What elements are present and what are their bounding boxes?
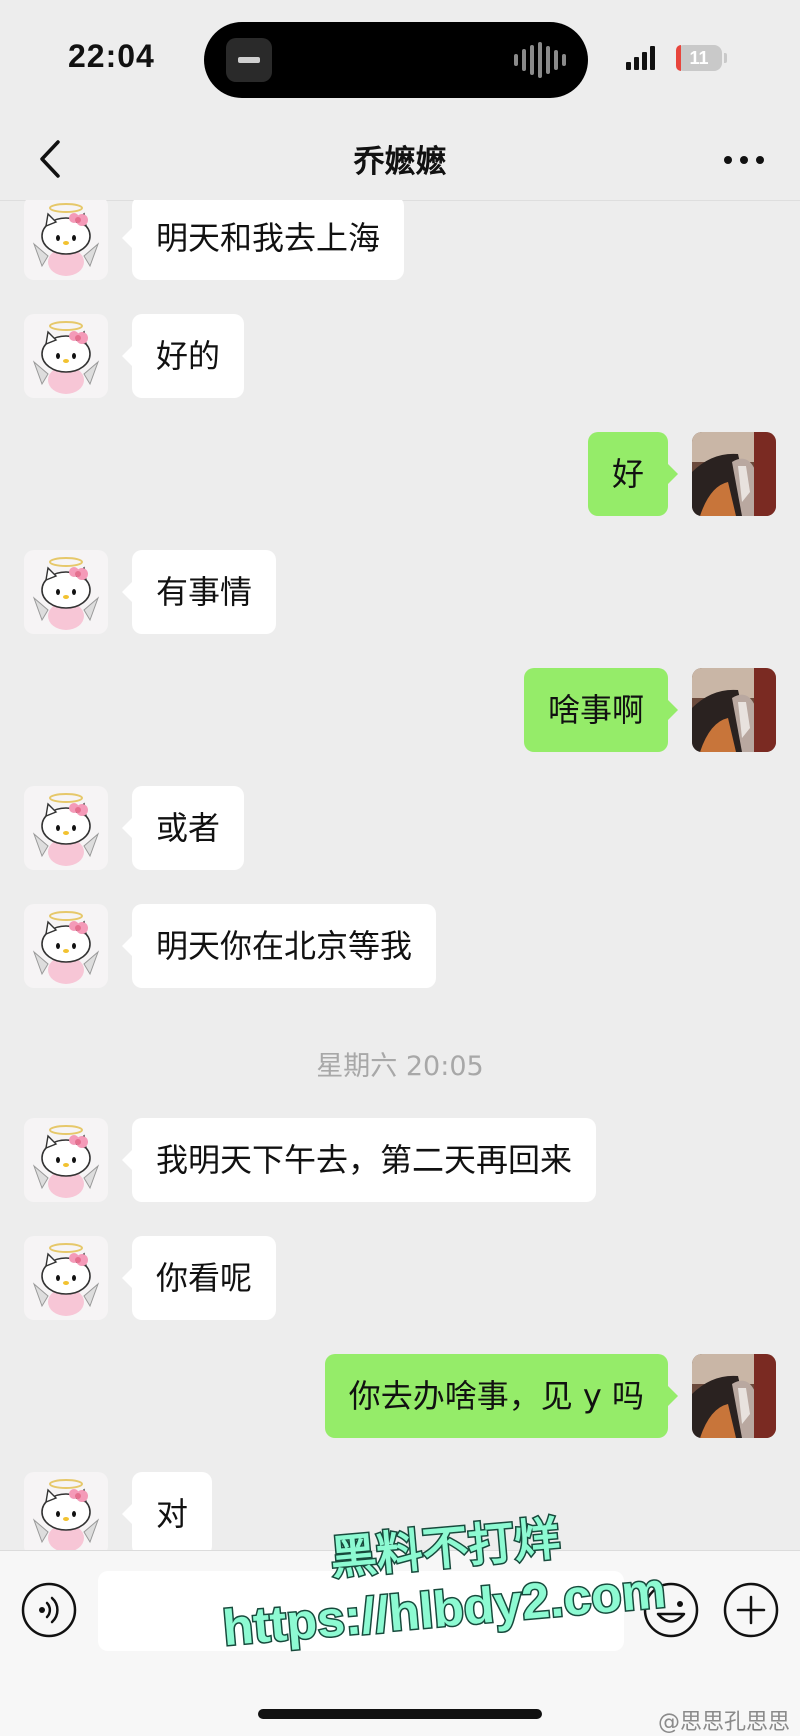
status-time: 22:04 (68, 38, 155, 74)
message-row-incoming: 好的 (0, 314, 800, 398)
status-bar: 22:04 11 (0, 0, 800, 120)
message-bubble-incoming[interactable]: 对 (121, 1472, 213, 1550)
my-avatar[interactable] (692, 668, 776, 752)
contact-avatar[interactable] (24, 1236, 108, 1320)
message-row-outgoing: 好 (0, 432, 800, 516)
message-row-outgoing: 你去办啥事，见 y 吗 (0, 1354, 800, 1438)
plus-button[interactable] (722, 1581, 780, 1639)
message-row-incoming: 明天和我去上海 (0, 200, 800, 280)
island-app-icon (226, 38, 272, 82)
message-row-incoming: 你看呢 (0, 1236, 800, 1320)
battery-indicator: 11 (676, 45, 722, 71)
back-button[interactable] (28, 134, 78, 184)
message-bubble-incoming[interactable]: 明天你在北京等我 (121, 904, 437, 988)
contact-avatar[interactable] (24, 1118, 108, 1202)
home-indicator[interactable] (258, 1709, 542, 1719)
voice-icon (21, 1582, 77, 1638)
cellular-signal-icon (626, 46, 655, 70)
contact-name: 乔嬷嬷 (353, 144, 447, 180)
contact-avatar[interactable] (24, 904, 108, 988)
message-list[interactable]: 明天和我去上海好的好有事情啥事啊或者明天你在北京等我星期六 20:05 我明天下午… (0, 200, 800, 1550)
message-row-incoming: 我明天下午去，第二天再回来 (0, 1118, 800, 1202)
audio-wave-icon (514, 42, 566, 78)
battery-level: 11 (689, 48, 709, 68)
message-row-incoming: 或者 (0, 786, 800, 870)
message-bubble-incoming[interactable]: 明天和我去上海 (121, 200, 405, 280)
my-avatar[interactable] (692, 432, 776, 516)
message-bubble-outgoing[interactable]: 你去办啥事，见 y 吗 (324, 1354, 679, 1438)
more-button[interactable] (716, 134, 772, 184)
message-bubble-incoming[interactable]: 我明天下午去，第二天再回来 (121, 1118, 597, 1202)
dynamic-island (204, 22, 588, 98)
message-row-incoming: 明天你在北京等我 (0, 904, 800, 988)
contact-avatar[interactable] (24, 786, 108, 870)
my-avatar[interactable] (692, 1354, 776, 1438)
contact-avatar[interactable] (24, 550, 108, 634)
message-bubble-incoming[interactable]: 有事情 (121, 550, 277, 634)
contact-avatar[interactable] (24, 314, 108, 398)
plus-icon (723, 1582, 779, 1638)
battery-cap (724, 53, 727, 63)
message-bubble-outgoing[interactable]: 啥事啊 (523, 668, 679, 752)
message-bubble-outgoing[interactable]: 好 (587, 432, 679, 516)
message-bubble-incoming[interactable]: 或者 (121, 786, 245, 870)
contact-avatar[interactable] (24, 1472, 108, 1550)
more-dots-icon (724, 156, 764, 164)
message-bubble-incoming[interactable]: 好的 (121, 314, 245, 398)
back-chevron-icon (40, 140, 60, 178)
time-divider: 星期六 20:05 (316, 1051, 484, 1082)
voice-button[interactable] (20, 1581, 78, 1639)
message-row-incoming: 有事情 (0, 550, 800, 634)
message-row-outgoing: 啥事啊 (0, 668, 800, 752)
chat-header: 乔嬷嬷 (0, 120, 800, 201)
source-tag: @思思孔思思 (657, 1710, 790, 1735)
message-bubble-incoming[interactable]: 你看呢 (121, 1236, 277, 1320)
contact-avatar[interactable] (24, 200, 108, 280)
